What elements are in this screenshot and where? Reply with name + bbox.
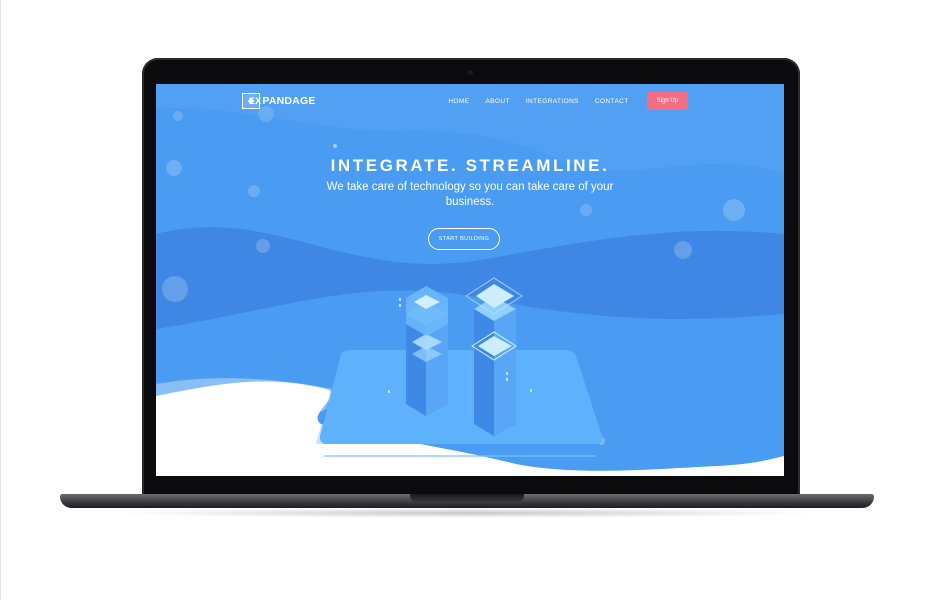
bubble (256, 239, 270, 253)
hero-title: INTEGRATE. STREAMLINE. (330, 156, 610, 175)
nav-home[interactable]: HOME (448, 98, 469, 105)
bubble (723, 199, 745, 221)
laptop-shadow (110, 508, 824, 518)
logo-mark-icon (242, 93, 260, 109)
nav-integrations[interactable]: INTEGRATIONS (526, 98, 579, 105)
bubble (248, 185, 260, 197)
bubble (333, 144, 337, 148)
platform (319, 350, 603, 444)
hero-background (156, 84, 784, 476)
laptop-notch (410, 494, 524, 503)
bubble (173, 111, 183, 121)
logo-text: PANDAGE (262, 95, 316, 107)
camera-icon (468, 70, 473, 75)
server-tower-left (406, 286, 448, 416)
signup-button[interactable]: Sign Up (646, 92, 688, 110)
main-nav: HOME ABOUT INTEGRATIONS CONTACT Sign Up (448, 92, 688, 110)
nav-contact[interactable]: CONTACT (595, 98, 629, 105)
page-edge (0, 0, 1, 600)
site-logo[interactable]: EX PANDAGE (242, 92, 316, 110)
laptop-screen: EX PANDAGE HOME ABOUT INTEGRATIONS CONTA… (156, 84, 784, 476)
bubble (674, 241, 692, 259)
nav-about[interactable]: ABOUT (485, 98, 509, 105)
start-building-button[interactable]: START BUILDING (428, 228, 500, 250)
server-tower-right (465, 277, 523, 436)
hero-subtitle: We take care of technology so you can ta… (326, 181, 614, 208)
mockup-stage: EX PANDAGE HOME ABOUT INTEGRATIONS CONTA… (0, 0, 930, 600)
bubble (162, 276, 188, 302)
